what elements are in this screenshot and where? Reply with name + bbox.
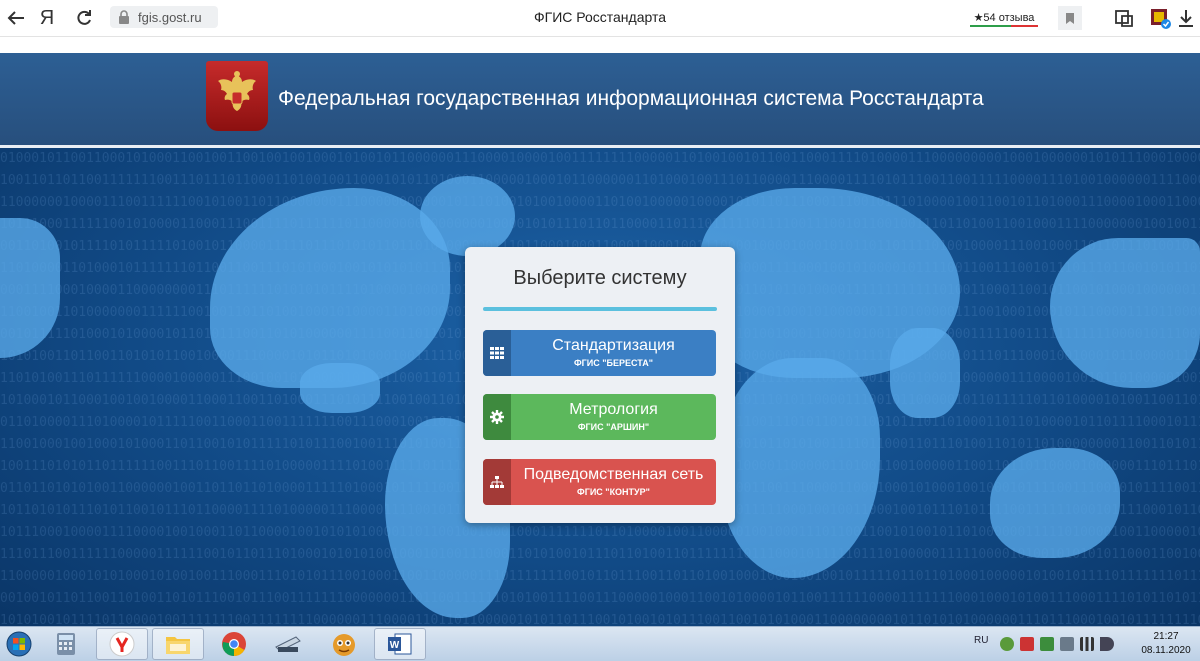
reload-icon[interactable]: [70, 4, 98, 32]
yandex-icon[interactable]: Я: [33, 4, 61, 32]
clock-date: 08.11.2020: [1141, 645, 1191, 656]
network-blocked-tray-icon[interactable]: [1020, 637, 1034, 651]
clock[interactable]: 21:27 08.11.2020: [1138, 630, 1194, 658]
clock-time: 21:27: [1153, 631, 1179, 642]
metrology-button[interactable]: Метрология ФГИС "АРШИН": [483, 394, 716, 440]
power-tray-icon[interactable]: [1060, 637, 1074, 651]
yandex-browser-icon[interactable]: [96, 628, 148, 660]
game-icon[interactable]: [318, 628, 370, 660]
map-region: [420, 176, 515, 256]
address-bar[interactable]: fgis.gost.ru: [110, 6, 218, 28]
gear-icon: [483, 394, 511, 440]
download-icon[interactable]: [1172, 4, 1200, 32]
button-label: Метрология: [569, 401, 658, 418]
explorer-icon[interactable]: [152, 628, 204, 660]
antivirus-tray-icon[interactable]: [1040, 637, 1054, 651]
button-sublabel: ФГИС "БЕРЕСТА": [574, 358, 653, 368]
calculator-icon[interactable]: [40, 628, 92, 660]
site-title: Федеральная государственная информационн…: [278, 87, 984, 110]
site-header: Федеральная государственная информационн…: [0, 53, 1200, 148]
button-label: Стандартизация: [552, 337, 675, 354]
map-region: [990, 448, 1120, 558]
extension-icon[interactable]: [1146, 4, 1174, 32]
chrome-icon[interactable]: [208, 628, 260, 660]
volume-tray-icon[interactable]: [1100, 637, 1114, 651]
map-region: [300, 363, 380, 413]
subordinate-network-button[interactable]: Подведомственная сеть ФГИС "КОНТУР": [483, 459, 716, 505]
grid-icon: [483, 330, 511, 376]
sitemap-icon: [483, 459, 511, 505]
system-tray: [1000, 635, 1130, 653]
reviews-badge[interactable]: ★54 отзыва: [968, 7, 1040, 27]
taskbar: W RU 21:27 08.11.2020: [0, 626, 1200, 661]
button-sublabel: ФГИС "АРШИН": [577, 422, 650, 432]
tab-title: ФГИС Росстандарта: [533, 9, 667, 25]
address-text: fgis.gost.ru: [138, 9, 202, 25]
keyboard-language[interactable]: RU: [974, 635, 988, 646]
svg-text:W: W: [390, 640, 400, 651]
bookmark-icon[interactable]: [1058, 6, 1082, 30]
button-label: Подведомственная сеть: [523, 466, 704, 483]
windows-start-icon[interactable]: [0, 627, 38, 661]
card-divider: [483, 307, 717, 311]
system-select-card: Выберите систему Стандартизация ФГИС "БЕ…: [465, 247, 735, 523]
card-title: Выберите систему: [513, 267, 687, 289]
browser-toolbar: Я fgis.gost.ru ФГИС Росстандарта ★54 отз…: [0, 0, 1200, 37]
word-icon[interactable]: W: [374, 628, 426, 660]
scanner-icon[interactable]: [262, 628, 314, 660]
protect-icon[interactable]: [1110, 4, 1138, 32]
button-sublabel: ФГИС "КОНТУР": [577, 487, 650, 497]
coat-of-arms-icon: [206, 61, 268, 131]
standardization-button[interactable]: Стандартизация ФГИС "БЕРЕСТА": [483, 330, 716, 376]
back-arrow-icon[interactable]: [2, 4, 30, 32]
lock-icon: [118, 10, 130, 24]
map-region: [890, 328, 960, 418]
signal-tray-icon[interactable]: [1080, 637, 1094, 651]
security-tray-icon[interactable]: [1000, 637, 1014, 651]
